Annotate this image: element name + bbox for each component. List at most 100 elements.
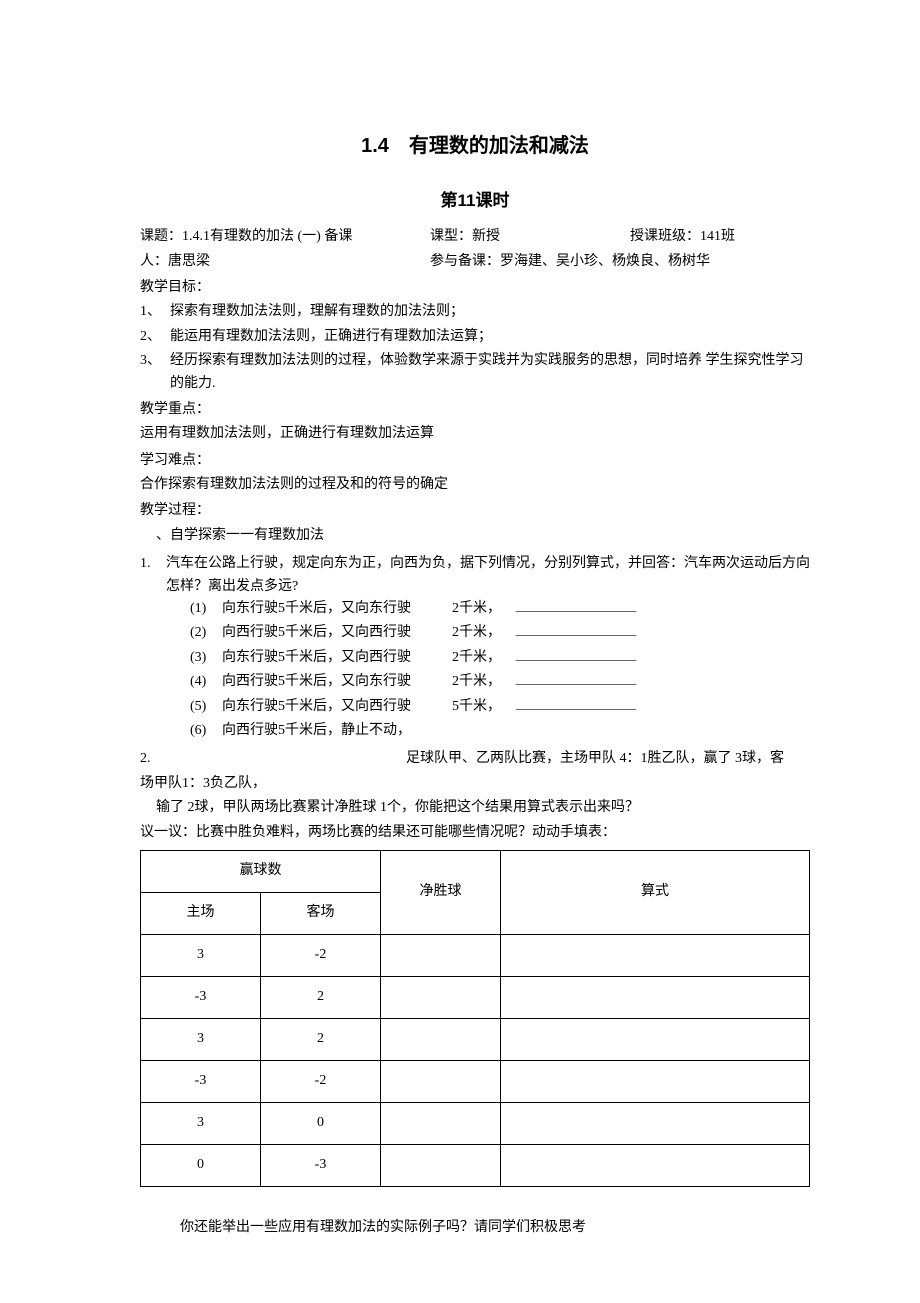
cell-net <box>381 1102 501 1144</box>
answer-blank <box>516 673 636 685</box>
self-study-heading: 、自学探索一一有理数加法 <box>140 525 810 547</box>
goal-text: 经历探索有理数加法法则的过程，体验数学来源于实践并为实践服务的思想，同时培养 学… <box>170 350 810 395</box>
sub-distance: 5千米， <box>452 696 512 718</box>
sub-distance: 2千米， <box>452 647 512 669</box>
goal-text: 探索有理数加法法则，理解有理数的加法法则； <box>170 301 810 323</box>
difficulty-heading: 学习难点： <box>140 450 810 472</box>
sub-question: (5) 向东行驶5千米后，又向西行驶 5千米， <box>190 696 810 718</box>
cell-net <box>381 1018 501 1060</box>
sub-question: (2) 向西行驶5千米后，又向西行驶 2千米， <box>190 622 810 644</box>
sub-body: 向西行驶5千米后，静止不动， <box>222 720 452 742</box>
sub-question: (4) 向西行驶5千米后，又向东行驶 2千米， <box>190 671 810 693</box>
closing-text: 你还能举出一些应用有理数加法的实际例子吗？请同学们积极思考 <box>140 1217 810 1239</box>
sub-body: 向西行驶5千米后，又向西行驶 <box>222 622 452 644</box>
table-row: 3 -2 <box>141 934 810 976</box>
sub-home: 主场 <box>141 892 261 934</box>
question-2: 2. 足球队甲、乙两队比赛，主场甲队 4：1胜乙队，赢了 3球，客 <box>140 748 810 770</box>
head-win: 赢球数 <box>141 850 381 892</box>
process-heading: 教学过程： <box>140 500 810 522</box>
q2-line3: 输了 2球，甲队两场比赛累计净胜球 1个，你能把这个结果用算式表示出来吗？ <box>140 797 810 819</box>
answer-blank <box>516 600 636 612</box>
cell-net <box>381 976 501 1018</box>
cell-net <box>381 1060 501 1102</box>
sub-question: (1) 向东行驶5千米后，又向东行驶 2千米， <box>190 598 810 620</box>
question-text: 汽车在公路上行驶，规定向东为正，向西为负，据下列情况，分别列算式，并回答：汽车两… <box>166 553 810 598</box>
cell-home: -3 <box>141 1060 261 1102</box>
sub-question: (6) 向西行驶5千米后，静止不动， <box>190 720 810 742</box>
keypoint-heading: 教学重点： <box>140 399 810 421</box>
sub-distance: 2千米， <box>452 671 512 693</box>
goal-item: 3、 经历探索有理数加法法则的过程，体验数学来源于实践并为实践服务的思想，同时培… <box>140 350 810 395</box>
question-number: 1. <box>140 553 166 598</box>
goal-num: 1、 <box>140 301 170 323</box>
document-subtitle: 第11课时 <box>140 187 810 214</box>
cell-away: -2 <box>261 934 381 976</box>
head-net: 净胜球 <box>381 850 501 934</box>
cell-expr <box>501 1144 810 1186</box>
cell-expr <box>501 1018 810 1060</box>
sub-distance: 2千米， <box>452 598 512 620</box>
table-row: 3 0 <box>141 1102 810 1144</box>
sub-index: (6) <box>190 720 222 742</box>
goal-item: 1、 探索有理数加法法则，理解有理数的加法法则； <box>140 301 810 323</box>
answer-blank <box>516 698 636 710</box>
table-row: -3 -2 <box>141 1060 810 1102</box>
sub-index: (1) <box>190 598 222 620</box>
question-text: 足球队甲、乙两队比赛，主场甲队 4：1胜乙队，赢了 3球，客 <box>166 748 810 770</box>
cell-away: 2 <box>261 1018 381 1060</box>
sub-index: (5) <box>190 696 222 718</box>
table-row: 0 -3 <box>141 1144 810 1186</box>
sub-body: 向西行驶5千米后，又向东行驶 <box>222 671 452 693</box>
cell-home: 3 <box>141 1102 261 1144</box>
meta-row-2: 人：唐思梁 参与备课：罗海建、吴小珍、杨焕良、杨树华 <box>140 251 810 273</box>
goal-item: 2、 能运用有理数加法法则，正确进行有理数加法运算； <box>140 326 810 348</box>
cell-expr <box>501 934 810 976</box>
cell-away: 2 <box>261 976 381 1018</box>
cell-home: 0 <box>141 1144 261 1186</box>
cell-expr <box>501 976 810 1018</box>
head-expr: 算式 <box>501 850 810 934</box>
difficulty-text: 合作探索有理数加法法则的过程及和的符号的确定 <box>140 474 810 496</box>
sub-question-list: (1) 向东行驶5千米后，又向东行驶 2千米， (2) 向西行驶5千米后，又向西… <box>140 598 810 742</box>
sub-away: 客场 <box>261 892 381 934</box>
sub-index: (3) <box>190 647 222 669</box>
table-header-row: 赢球数 净胜球 算式 <box>141 850 810 892</box>
q2-line2: 场甲队1：3负乙队， <box>140 773 810 795</box>
sub-index: (4) <box>190 671 222 693</box>
cell-home: 3 <box>141 934 261 976</box>
document-title: 1.4 有理数的加法和减法 <box>140 130 810 162</box>
cell-home: 3 <box>141 1018 261 1060</box>
sub-body: 向东行驶5千米后，又向东行驶 <box>222 598 452 620</box>
question-1: 1. 汽车在公路上行驶，规定向东为正，向西为负，据下列情况，分别列算式，并回答：… <box>140 553 810 598</box>
score-table: 赢球数 净胜球 算式 主场 客场 3 -2 -3 2 3 2 -3 -2 3 0… <box>140 850 810 1187</box>
q2-line1: 足球队甲、乙两队比赛，主场甲队 4：1胜乙队，赢了 3球，客 <box>406 751 784 766</box>
q2-line4: 议一议：比赛中胜负难料，两场比赛的结果还可能哪些情况呢？动动手填表： <box>140 822 810 844</box>
cell-away: -2 <box>261 1060 381 1102</box>
goal-text: 能运用有理数加法法则，正确进行有理数加法运算； <box>170 326 810 348</box>
meta-row-1: 课题：1.4.1有理数的加法 (一) 备课 课型：新授 授课班级：141班 <box>140 226 810 248</box>
sub-body: 向东行驶5千米后，又向西行驶 <box>222 696 452 718</box>
cell-away: -3 <box>261 1144 381 1186</box>
goal-num: 3、 <box>140 350 170 395</box>
cell-net <box>381 1144 501 1186</box>
answer-blank <box>516 624 636 636</box>
class-label: 授课班级：141班 <box>630 226 810 248</box>
answer-blank <box>516 649 636 661</box>
cell-expr <box>501 1060 810 1102</box>
table-row: 3 2 <box>141 1018 810 1060</box>
table-row: -3 2 <box>141 976 810 1018</box>
sub-body: 向东行驶5千米后，又向西行驶 <box>222 647 452 669</box>
sub-distance: 2千米， <box>452 622 512 644</box>
sub-question: (3) 向东行驶5千米后，又向西行驶 2千米， <box>190 647 810 669</box>
goals-heading: 教学目标： <box>140 277 810 299</box>
teacher-label: 人：唐思梁 <box>140 251 430 273</box>
sub-index: (2) <box>190 622 222 644</box>
cell-net <box>381 934 501 976</box>
question-number: 2. <box>140 748 166 770</box>
type-label: 课型：新授 <box>430 226 630 248</box>
cell-expr <box>501 1102 810 1144</box>
cell-away: 0 <box>261 1102 381 1144</box>
goal-num: 2、 <box>140 326 170 348</box>
topic-label: 课题：1.4.1有理数的加法 (一) 备课 <box>140 226 430 248</box>
cell-home: -3 <box>141 976 261 1018</box>
